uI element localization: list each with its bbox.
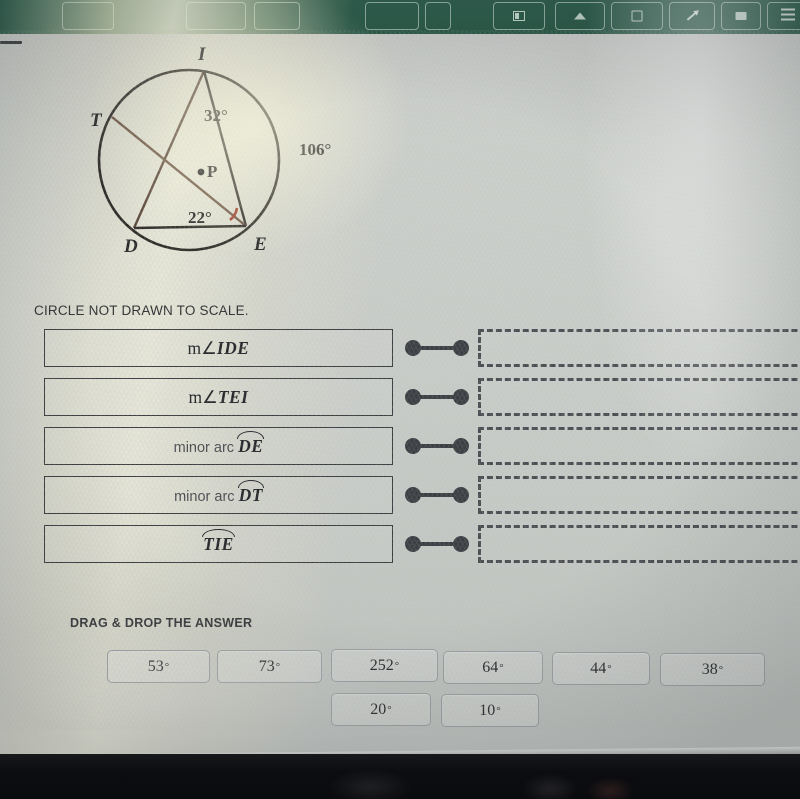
worksheet-page: I T D E P 32° 22° 106° CIRCLE NOT DRAWN … bbox=[0, 0, 800, 760]
answer-tile-value: 53 bbox=[147, 657, 164, 675]
tool-button-2[interactable] bbox=[186, 2, 246, 30]
row-connector-3 bbox=[405, 438, 469, 454]
tool-button-10[interactable] bbox=[721, 2, 761, 30]
degree-icon: ° bbox=[387, 703, 392, 716]
answer-tile-73[interactable]: 73 ° bbox=[217, 650, 322, 683]
answer-tile-53[interactable]: 53 ° bbox=[107, 650, 210, 683]
term-box-3[interactable]: minor arc DE bbox=[44, 427, 393, 465]
circle-diagram: I T D E P 32° 22° 106° bbox=[86, 40, 386, 280]
term-label-4: minor arc DT bbox=[174, 480, 265, 505]
caret-up-icon bbox=[574, 12, 586, 20]
drop-zone-2[interactable] bbox=[478, 378, 800, 416]
degree-icon: ° bbox=[164, 660, 170, 673]
term-box-2[interactable]: m∠TEI bbox=[44, 378, 393, 416]
angle-label-32: 32° bbox=[204, 106, 228, 125]
degree-icon: ° bbox=[394, 659, 400, 672]
tool-button-6[interactable] bbox=[493, 2, 545, 30]
drop-zone-1[interactable] bbox=[478, 329, 800, 367]
row-connector-4 bbox=[405, 487, 469, 503]
connector-dot-right bbox=[453, 389, 469, 405]
answer-tile-252[interactable]: 252 ° bbox=[331, 649, 438, 682]
row-connector-5 bbox=[405, 536, 469, 552]
term-box-4[interactable]: minor arc DT bbox=[44, 476, 393, 514]
drop-zone-4[interactable] bbox=[478, 476, 800, 514]
app-toolbar bbox=[0, 0, 800, 34]
square-icon bbox=[631, 10, 643, 22]
angle-label-22: 22° bbox=[188, 208, 212, 227]
center-point-dot bbox=[197, 168, 205, 176]
drag-drop-label: DRAG & DROP THE ANSWER bbox=[70, 616, 253, 630]
lines-icon bbox=[781, 8, 795, 24]
drop-zone-3[interactable] bbox=[478, 427, 800, 465]
tool-button-7[interactable] bbox=[555, 2, 605, 30]
point-label-D: D bbox=[124, 236, 138, 257]
page-edge-mark bbox=[0, 41, 22, 44]
connector-dot-right bbox=[453, 536, 469, 552]
term-label-3: minor arc DE bbox=[173, 431, 265, 456]
tool-button-8[interactable] bbox=[611, 2, 663, 30]
answer-tile-value: 20 bbox=[370, 700, 387, 718]
not-to-scale-caption: CIRCLE NOT DRAWN TO SCALE. bbox=[34, 303, 249, 318]
degree-icon: ° bbox=[607, 662, 612, 675]
degree-icon: ° bbox=[499, 661, 504, 674]
term-box-1[interactable]: m∠IDE bbox=[44, 329, 393, 367]
answer-tile-value: 252 bbox=[369, 656, 394, 674]
chord-ID bbox=[132, 70, 206, 229]
answer-tile-10[interactable]: 10 ° bbox=[441, 694, 539, 727]
point-label-E: E bbox=[254, 234, 267, 255]
tool-button-5[interactable] bbox=[425, 2, 451, 30]
row-connector-2 bbox=[405, 389, 469, 405]
degree-icon: ° bbox=[496, 704, 501, 717]
connector-dot-right bbox=[453, 438, 469, 454]
center-label-P: P bbox=[207, 162, 218, 181]
tool-button-9[interactable] bbox=[669, 2, 715, 30]
device-bezel bbox=[0, 754, 800, 799]
bezel-reflection bbox=[250, 757, 720, 799]
chord-IE bbox=[202, 70, 248, 227]
connector-dot-right bbox=[453, 487, 469, 503]
tool-button-11[interactable] bbox=[767, 2, 800, 30]
answer-tile-44[interactable]: 44 ° bbox=[552, 652, 650, 685]
term-label-1: m∠IDE bbox=[187, 337, 250, 358]
answer-tile-value: 64 bbox=[482, 658, 499, 676]
answer-tile-value: 44 bbox=[590, 659, 607, 677]
point-label-T: T bbox=[90, 110, 102, 131]
drop-zone-5[interactable] bbox=[478, 525, 800, 563]
answer-tile-value: 10 bbox=[479, 701, 496, 719]
tool-button-4[interactable] bbox=[365, 2, 419, 30]
tool-button-3[interactable] bbox=[254, 2, 300, 30]
chord-TE bbox=[111, 116, 247, 227]
pen-icon bbox=[686, 11, 698, 21]
answer-tile-38[interactable]: 38 ° bbox=[660, 653, 765, 686]
connector-dot-right bbox=[453, 340, 469, 356]
angle-label-106: 106° bbox=[299, 140, 332, 159]
degree-icon: ° bbox=[275, 660, 281, 673]
point-label-I: I bbox=[198, 44, 206, 65]
answer-tile-20[interactable]: 20 ° bbox=[331, 693, 431, 726]
term-label-2: m∠TEI bbox=[188, 386, 249, 407]
tool-button-1[interactable] bbox=[62, 2, 114, 30]
row-connector-1 bbox=[405, 340, 469, 356]
term-label-5: TIE bbox=[202, 529, 235, 554]
degree-icon: ° bbox=[718, 663, 724, 676]
fill-icon bbox=[735, 12, 747, 20]
term-box-5[interactable]: TIE bbox=[44, 525, 393, 563]
answer-tile-64[interactable]: 64 ° bbox=[443, 651, 543, 684]
answer-tile-value: 73 bbox=[258, 657, 275, 675]
answer-tile-value: 38 bbox=[701, 660, 718, 678]
layout-icon bbox=[513, 11, 525, 21]
